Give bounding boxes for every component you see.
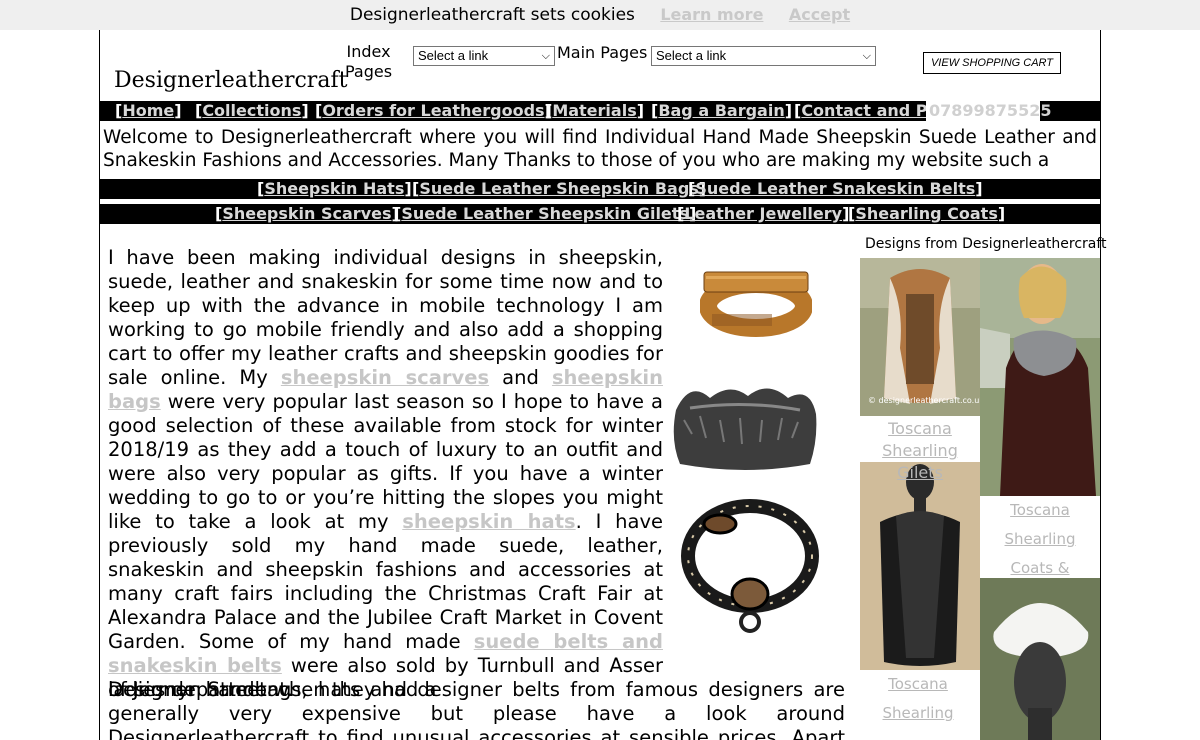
category-nav-bar-2: [Sheepskin Scarves] [Suede Leather Sheep…	[100, 204, 1100, 224]
index-pages-label: Index Pages	[345, 42, 392, 82]
shearling-coats-link[interactable]: Shearling Coats	[855, 204, 998, 223]
view-shopping-cart-button[interactable]: VIEW SHOPPING CART	[923, 52, 1061, 74]
snakeskin-belt-image[interactable]	[700, 262, 812, 342]
sheepskin-hat-photo[interactable]	[980, 578, 1100, 740]
nav-item-sheepskin-bags[interactable]: [Suede Leather Sheepskin Bags]	[412, 179, 706, 199]
phone-number: 07899875525	[926, 101, 1051, 121]
sheepskin-scarves-inline-link[interactable]: sheepskin scarves	[281, 366, 489, 389]
nav-item-jewellery[interactable]: [Leather Jewellery]	[677, 204, 849, 224]
caption-gilets[interactable]: Toscana Shearling Gilets	[860, 418, 980, 484]
intro-paragraph: I have been making individual designs in…	[108, 246, 663, 702]
learn-more-link[interactable]: Learn more	[660, 5, 763, 24]
main-select-value: Select a link	[656, 48, 727, 63]
snakeskin-belts-link[interactable]: Suede Leather Snakeskin Belts	[695, 179, 975, 198]
caption-gilets-line1[interactable]: Toscana	[860, 418, 980, 440]
main-pages-select[interactable]: Select a link ⌵	[651, 46, 876, 66]
intro-text-2: and	[489, 366, 552, 389]
nav-item-contact[interactable]: [Contact and Pa	[794, 101, 938, 121]
nav-home-link[interactable]: Home	[122, 101, 174, 120]
nav-item-home[interactable]: [Home]	[115, 101, 182, 121]
caption-coats-line3[interactable]: Coats &	[980, 554, 1100, 583]
accept-cookies-button[interactable]: Accept	[789, 5, 850, 24]
caption-gilets-line2[interactable]: Shearling Gilets	[860, 440, 980, 484]
chevron-down-icon: ⌵	[541, 50, 550, 62]
shearling-coat-photo[interactable]	[980, 258, 1100, 496]
nav-item-bargain[interactable]: [Bag a Bargain]	[651, 101, 792, 121]
caption-scarf-line1[interactable]: Toscana	[860, 670, 976, 699]
photo-watermark: © designerleathercraft.co.uk	[868, 396, 984, 405]
nav-item-shearling-coats[interactable]: [Shearling Coats]	[848, 204, 1005, 224]
second-paragraph: Designer handbags, hats and designer bel…	[108, 678, 845, 740]
leather-necklace-image[interactable]	[676, 496, 824, 636]
sheepskin-scarf-photo[interactable]	[860, 462, 980, 670]
sheepskin-scarves-link[interactable]: Sheepskin Scarves	[222, 204, 391, 223]
category-nav-bar-1: [Sheepskin Hats] [Suede Leather Sheepski…	[100, 179, 1100, 199]
sheepskin-hats-link[interactable]: Sheepskin Hats	[264, 179, 404, 198]
sheepskin-hats-inline-link[interactable]: sheepskin hats	[402, 510, 575, 533]
gallery-title: Designs from Designerleathercraft	[865, 236, 1107, 252]
index-select-value: Select a link	[418, 48, 489, 63]
nav-item-orders[interactable]: [Orders for Leathergoods]	[315, 101, 552, 121]
caption-coats[interactable]: Toscana Shearling Coats &	[980, 496, 1100, 578]
nav-item-collections[interactable]: [Collections]	[195, 101, 309, 121]
index-label-line1: Index	[346, 42, 391, 61]
nav-item-sheepskin-hats[interactable]: [Sheepskin Hats]	[257, 179, 412, 199]
gilets-link[interactable]: Suede Leather Sheepskin Gilets	[401, 204, 689, 223]
chevron-down-icon: ⌵	[862, 50, 871, 62]
nav-contact-link[interactable]: Contact and Pa	[801, 101, 938, 120]
caption-coats-line2[interactable]: Shearling	[980, 525, 1100, 554]
index-pages-select[interactable]: Select a link ⌵	[413, 46, 555, 66]
cookie-message: Designerleathercraft sets cookies	[349, 5, 635, 25]
sheepskin-bag-image[interactable]	[670, 380, 820, 472]
caption-scarf-line2[interactable]: Shearling	[860, 699, 976, 728]
cookie-bar: Designerleathercraft sets cookies Learn …	[0, 0, 1200, 30]
jewellery-link[interactable]: Leather Jewellery	[684, 204, 842, 223]
nav-item-sheepskin-scarves[interactable]: [Sheepskin Scarves]	[215, 204, 399, 224]
main-pages-label: Main Pages	[557, 43, 648, 62]
nav-orders-link[interactable]: Orders for Leathergoods	[322, 101, 544, 120]
caption-scarf[interactable]: Toscana Shearling	[860, 670, 976, 740]
shearling-gilet-photo[interactable]	[860, 258, 980, 416]
welcome-text: Welcome to Designerleathercraft where yo…	[103, 127, 1097, 171]
index-label-line2: Pages	[345, 62, 393, 81]
nav-item-snakeskin-belts[interactable]: [Suede Leather Snakeskin Belts]	[688, 179, 983, 199]
nav-collections-link[interactable]: Collections	[202, 101, 301, 120]
sheepskin-bags-link[interactable]: Suede Leather Sheepskin Bags	[419, 179, 698, 198]
nav-item-gilets[interactable]: [Suede Leather Sheepskin Gilets]	[394, 204, 696, 224]
nav-item-materials[interactable]: [Materials]	[545, 101, 644, 121]
nav-materials-link[interactable]: Materials	[552, 101, 636, 120]
nav-bargain-link[interactable]: Bag a Bargain	[658, 101, 784, 120]
site-logo[interactable]: Designerleathercraft	[114, 68, 347, 93]
caption-coats-line1[interactable]: Toscana	[980, 496, 1100, 525]
